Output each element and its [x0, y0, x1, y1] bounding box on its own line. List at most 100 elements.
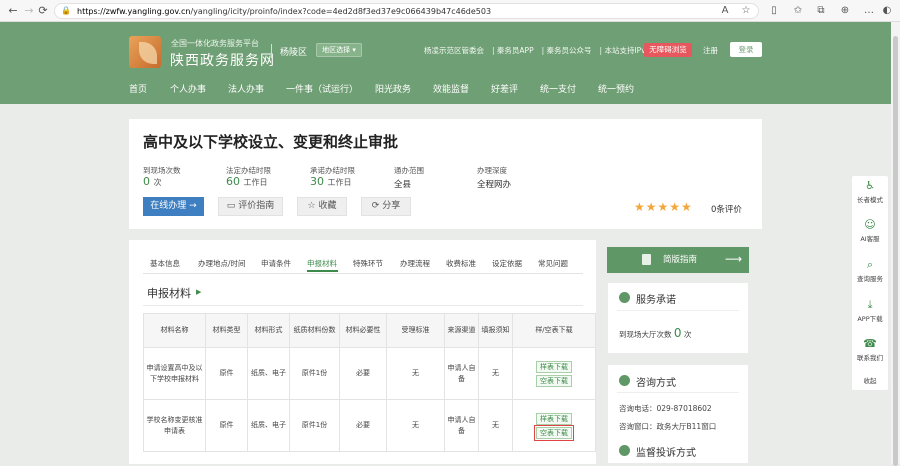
scrollbar-thumb[interactable]	[893, 36, 898, 466]
tab-fees[interactable]: 收费标准	[446, 258, 476, 269]
stat-label-depth: 办理深度	[477, 166, 507, 175]
ai-service-button[interactable]: ☺ AI客服	[851, 219, 889, 244]
link-admin-committee[interactable]: 杨凌示范区管委会	[424, 46, 484, 55]
menu-personal[interactable]: 个人办事	[170, 82, 206, 95]
menu-one-thing[interactable]: 一件事（试运行）	[286, 82, 358, 95]
refresh-icon[interactable]: ⟳	[36, 4, 50, 18]
material-type: 原件	[205, 347, 248, 400]
brief-guide-button[interactable]: 简版指南 ⟶	[607, 247, 749, 273]
menu-corporate[interactable]: 法人办事	[228, 82, 264, 95]
site-title[interactable]: 陕西政务服务网	[170, 50, 275, 70]
sample-download-button[interactable]: 样表下载	[536, 360, 572, 373]
query-service-button[interactable]: ⌕ 查询服务	[851, 258, 889, 284]
evaluation-guide-button[interactable]: ▭ 评价指南	[218, 197, 283, 216]
favorite-button[interactable]: ☆ 收藏	[297, 197, 347, 216]
blank-download-button-highlighted[interactable]: 空表下载	[534, 424, 574, 441]
col-header: 材料名称	[143, 313, 206, 348]
table-row: 申请设置高中及以下学校申报材料 原件 纸质、电子 原件1份 必要 无 申请人自备…	[143, 347, 596, 400]
document-icon	[642, 254, 651, 265]
menu-home[interactable]: 首页	[129, 82, 147, 95]
section-divider	[143, 305, 583, 306]
tab-materials[interactable]: 申报材料	[307, 258, 337, 269]
login-button[interactable]: 登录	[730, 42, 762, 57]
tab-faq[interactable]: 常见问题	[538, 258, 568, 269]
material-notice: 无	[478, 399, 513, 452]
url-text: https://zwfw.yangling.gov.cn/yangling/ic…	[77, 7, 492, 16]
link-wechat[interactable]: 秦务员公众号	[547, 46, 592, 55]
elder-icon: ♿	[865, 179, 875, 192]
current-region: 杨陵区	[280, 48, 308, 58]
menu-payment[interactable]: 统一支付	[540, 82, 576, 95]
split-screen-icon[interactable]: ▯	[767, 4, 781, 18]
col-header: 填报须知	[478, 313, 513, 348]
header-divider	[271, 44, 272, 58]
menu-evaluation[interactable]: 好差评	[491, 82, 518, 95]
tab-basis[interactable]: 设定依据	[492, 258, 522, 269]
forward-icon[interactable]: →	[22, 4, 36, 18]
tab-special[interactable]: 特殊环节	[353, 258, 383, 269]
material-standard: 无	[386, 399, 445, 452]
app-download-button[interactable]: ⤓ APP下载	[851, 299, 889, 324]
active-tab-indicator	[307, 270, 338, 272]
sample-download-button[interactable]: 样表下载	[536, 412, 572, 425]
commitment-text: 到现场大厅次数 0 次	[619, 326, 692, 340]
tab-conditions[interactable]: 申请条件	[261, 258, 291, 269]
download-cell: 样表下载 空表下载	[512, 399, 596, 452]
region-select-button[interactable]: 地区选择 ▾	[316, 43, 362, 57]
headset-icon: ☎	[863, 337, 877, 350]
menu-supervision[interactable]: 效能监督	[433, 82, 469, 95]
search-icon: ⌕	[866, 258, 874, 271]
lock-icon: 🔒	[61, 6, 71, 15]
panel-divider	[617, 310, 739, 311]
table-row: 学校名称变更核准申请表 原件 纸质、电子 原件1份 必要 无 申请人自备 无 样…	[143, 399, 596, 452]
collapse-button[interactable]: 收起	[851, 375, 889, 385]
col-header: 受理标准	[386, 313, 445, 348]
material-form: 纸质、电子	[247, 399, 290, 452]
menu-appointment[interactable]: 统一预约	[598, 82, 634, 95]
elder-mode-button[interactable]: ♿ 长者模式	[851, 179, 889, 205]
col-header: 来源渠道	[444, 313, 479, 348]
back-icon[interactable]: ←	[6, 4, 20, 18]
scrollbar[interactable]	[891, 22, 900, 466]
tab-divider	[143, 273, 583, 274]
rating-stars: ★★★★★	[634, 200, 693, 214]
extensions-icon[interactable]: ⊕	[838, 4, 852, 18]
stat-value-visits: 0 次	[143, 175, 162, 188]
share-button[interactable]: ⟳ 分享	[361, 197, 411, 216]
favorite-star-icon[interactable]: ☆	[739, 4, 753, 18]
more-menu-icon[interactable]: …	[862, 4, 876, 18]
menu-sunshine[interactable]: 阳光政务	[375, 82, 411, 95]
blank-download-button[interactable]: 空表下载	[536, 374, 572, 387]
col-header: 材料类型	[205, 313, 248, 348]
tab-location-time[interactable]: 办理地点/时间	[198, 258, 246, 269]
favorites-icon[interactable]: ✩	[791, 4, 805, 18]
consult-title: 咨询方式	[636, 378, 676, 389]
rating-count[interactable]: 0条评价	[711, 203, 742, 215]
online-apply-button[interactable]: 在线办理 →	[143, 197, 204, 216]
material-name: 学校名称变更核准申请表	[143, 399, 206, 452]
barrier-free-button[interactable]: 无障碍浏览	[644, 43, 692, 57]
stat-value-legal-limit: 60 工作日	[226, 175, 268, 188]
col-header: 材料必要性	[339, 313, 387, 348]
commitment-title: 服务承诺	[636, 295, 676, 306]
tab-process[interactable]: 办理流程	[400, 258, 430, 269]
material-copies: 原件1份	[289, 347, 340, 400]
tab-basic-info[interactable]: 基本信息	[150, 258, 180, 269]
col-header: 材料形式	[247, 313, 290, 348]
material-source: 申请人自备	[444, 347, 479, 400]
address-bar[interactable]: 🔒 https://zwfw.yangling.gov.cn/yangling/…	[54, 3, 759, 19]
complaint-icon	[619, 445, 630, 456]
material-form: 纸质、电子	[247, 347, 290, 400]
copilot-icon[interactable]: ◐	[880, 4, 894, 18]
material-need: 必要	[339, 347, 387, 400]
link-app[interactable]: 秦务员APP	[497, 46, 534, 55]
arrow-right-icon: ⟶	[725, 252, 743, 266]
stat-value-scope: 全县	[394, 180, 412, 190]
collections-icon[interactable]: ⧉	[814, 4, 828, 18]
star-outline-icon: ☆	[307, 201, 316, 211]
material-source: 申请人自备	[444, 399, 479, 452]
register-link[interactable]: 注册	[703, 45, 718, 56]
read-aloud-icon[interactable]: A	[718, 4, 732, 18]
contact-us-button[interactable]: ☎ 联系我们	[851, 337, 889, 363]
stat-label-scope: 通办范围	[394, 166, 424, 175]
